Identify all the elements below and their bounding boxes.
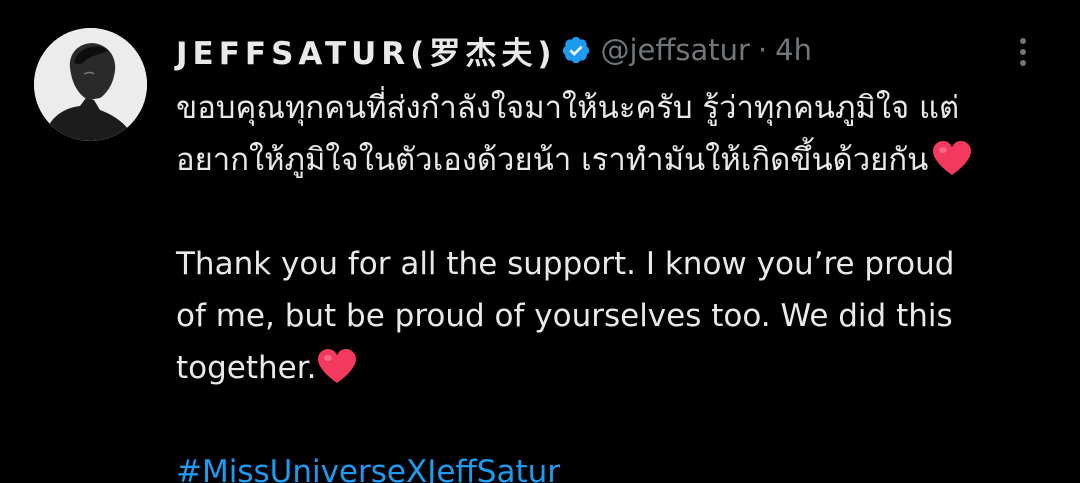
- separator-dot: ·: [757, 33, 768, 67]
- english-text-line: of me, but be proud of yourselves too. W…: [176, 298, 953, 334]
- tweet[interactable]: JEFFSATUR(罗杰夫) @jeffsatur · 4h ขอบคุณทุก…: [0, 0, 1080, 483]
- more-dot: [1020, 60, 1026, 66]
- red-heart-emoji: [317, 349, 357, 385]
- english-text-line: Thank you for all the support. I know yo…: [176, 246, 955, 282]
- user-handle[interactable]: @jeffsatur: [601, 33, 750, 67]
- more-options-icon[interactable]: [1008, 30, 1038, 74]
- tweet-header: JEFFSATUR(罗杰夫) @jeffsatur · 4h: [176, 28, 812, 72]
- verified-badge-icon[interactable]: [561, 35, 591, 65]
- thai-text-line-with-emoji: อยากให้ภูมิใจในตัวเองด้วยน้า เราทำมันให้…: [176, 134, 1046, 186]
- timestamp[interactable]: 4h: [775, 33, 812, 67]
- english-text-line-with-emoji: together.: [176, 342, 1046, 394]
- tweet-text: ขอบคุณทุกคนที่ส่งกำลังใจมาให้นะครับ รู้ว…: [176, 82, 1046, 483]
- thai-text: อยากให้ภูมิใจในตัวเองด้วยน้า เราทำมันให้…: [176, 142, 929, 178]
- more-dot: [1020, 49, 1026, 55]
- hashtag-link[interactable]: #MissUniverseXJeffSatur: [176, 446, 560, 483]
- display-name[interactable]: JEFFSATUR(罗杰夫): [176, 28, 557, 73]
- thai-text-line: ขอบคุณทุกคนที่ส่งกำลังใจมาให้นะครับ รู้ว…: [176, 90, 960, 126]
- red-heart-emoji: [932, 141, 972, 177]
- more-dot: [1020, 38, 1026, 44]
- english-text: together.: [176, 350, 317, 386]
- hashtag-line: #MissUniverseXJeffSatur: [176, 446, 1046, 483]
- profile-avatar[interactable]: [34, 28, 147, 141]
